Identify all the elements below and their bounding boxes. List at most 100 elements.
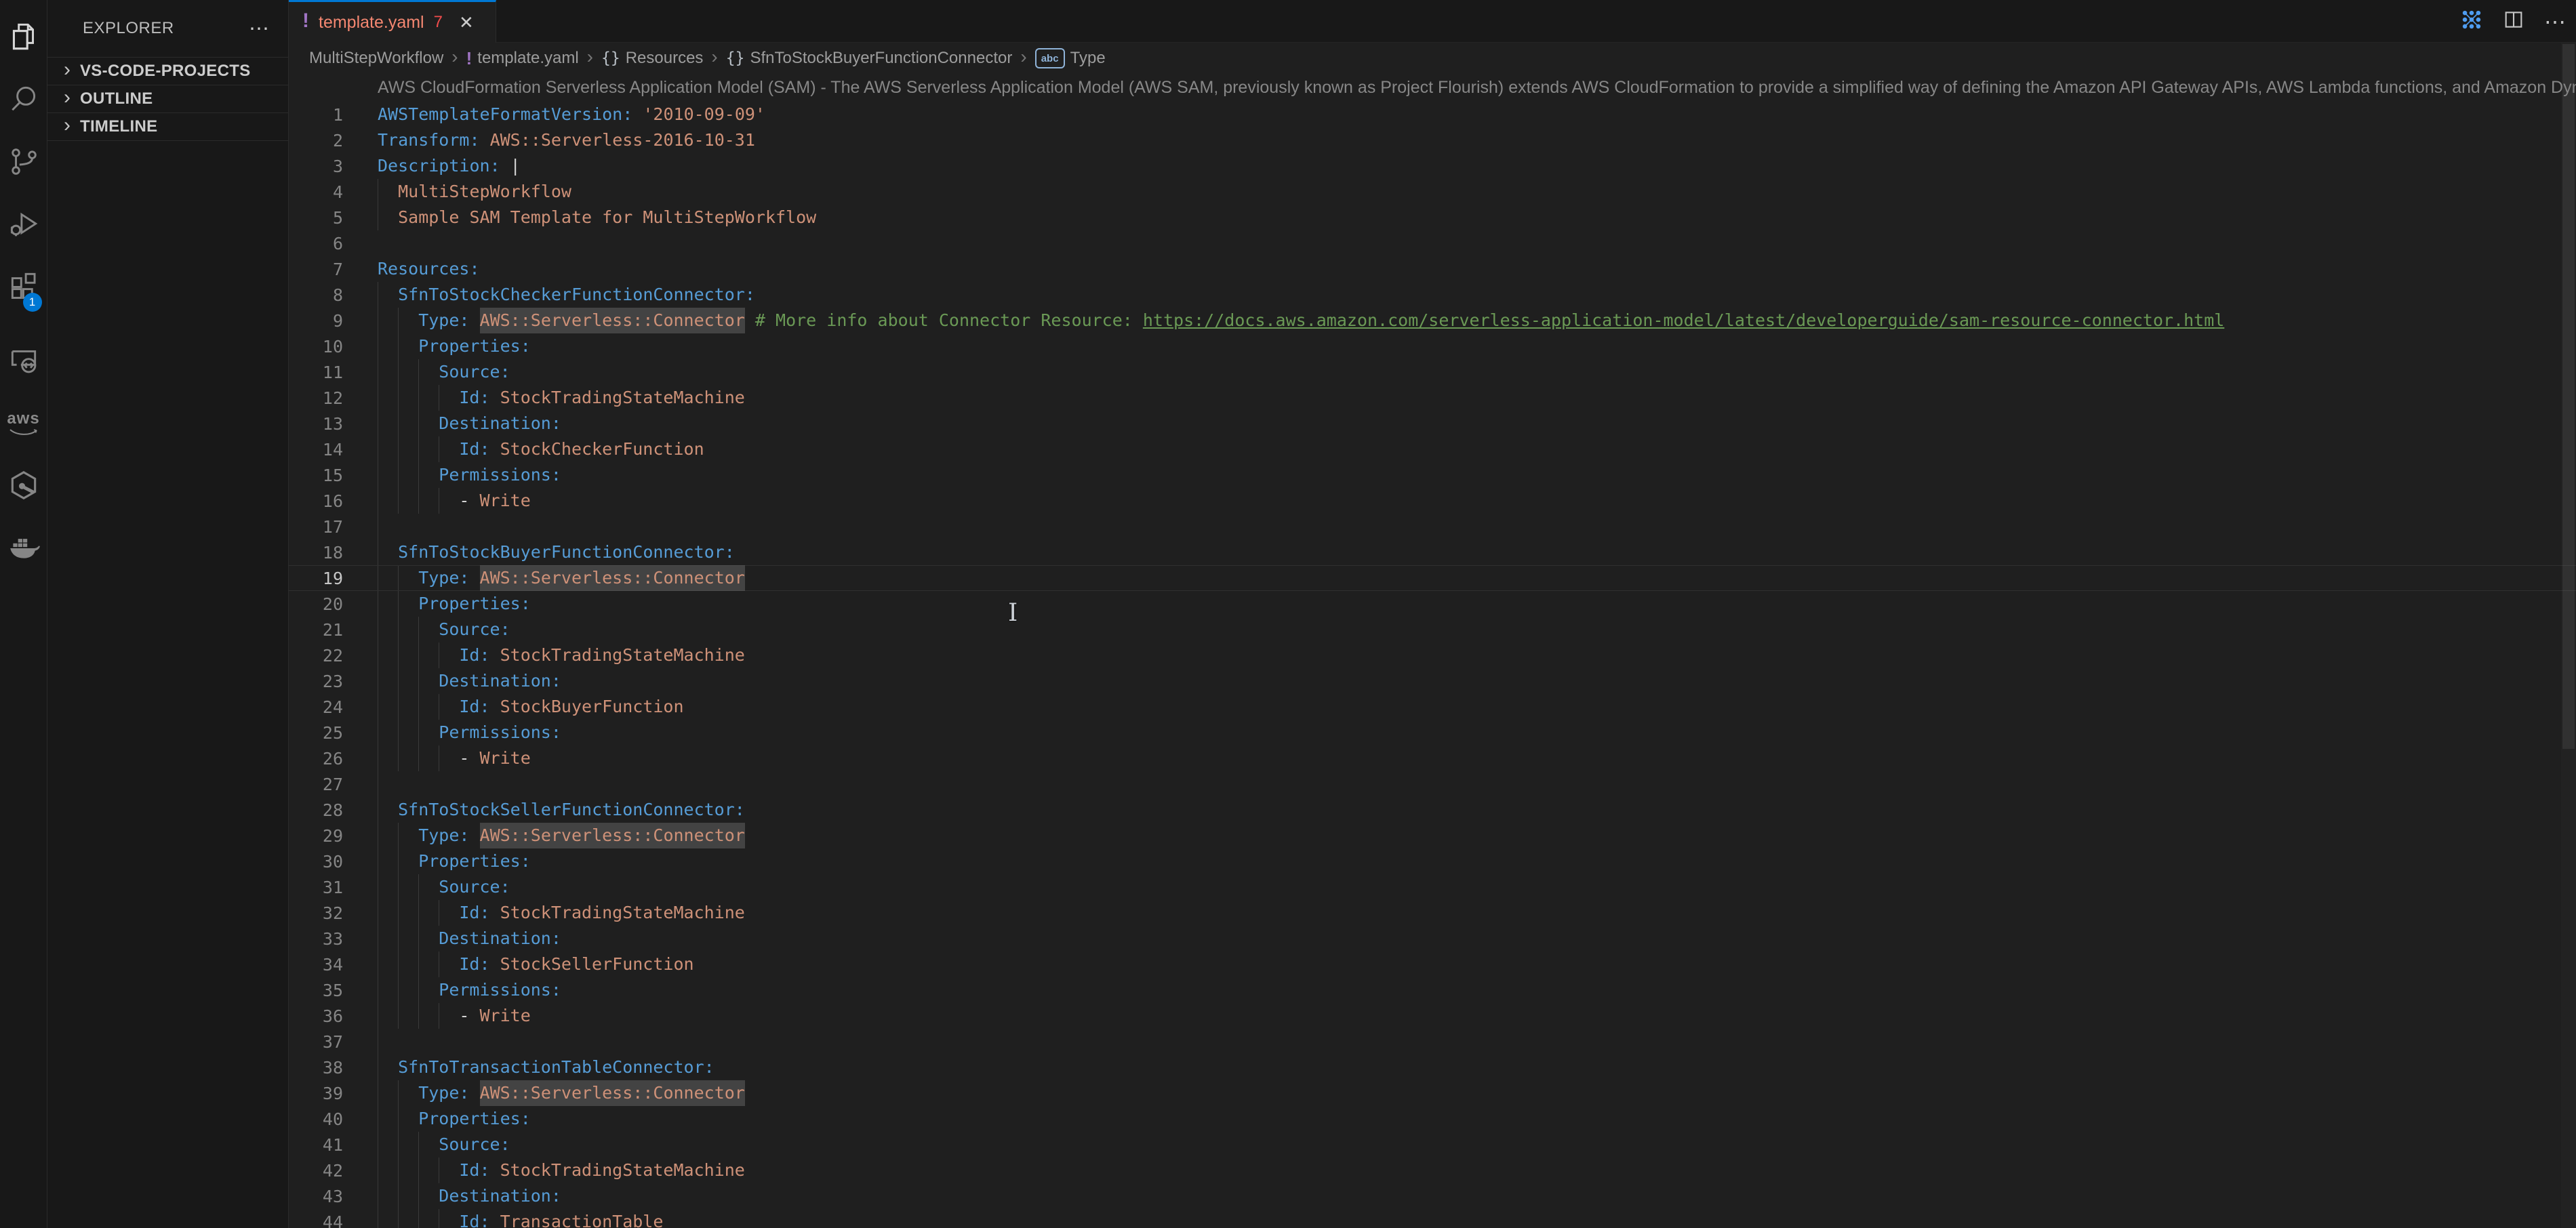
- activity-item-extensions[interactable]: 1: [0, 256, 47, 319]
- split-editor-button[interactable]: [2500, 8, 2527, 35]
- code-line[interactable]: 30Properties:: [289, 848, 2576, 874]
- line-number[interactable]: 10: [289, 333, 378, 359]
- line-number[interactable]: 31: [289, 874, 378, 900]
- code-line[interactable]: 15Permissions:: [289, 462, 2576, 488]
- activity-item-source-control[interactable]: [0, 131, 47, 194]
- code-line[interactable]: 9Type: AWS::Serverless::Connector # More…: [289, 308, 2576, 333]
- code-line[interactable]: 10Properties:: [289, 333, 2576, 359]
- activity-item-docker[interactable]: [0, 518, 47, 580]
- code-line[interactable]: 27: [289, 771, 2576, 797]
- code-line[interactable]: 20Properties:: [289, 591, 2576, 617]
- line-number[interactable]: 5: [289, 205, 378, 230]
- line-number[interactable]: 26: [289, 745, 378, 771]
- code-line[interactable]: 3Description: |: [289, 153, 2576, 179]
- activity-item-search[interactable]: [0, 69, 47, 131]
- line-number[interactable]: 20: [289, 591, 378, 617]
- line-number[interactable]: 18: [289, 539, 378, 565]
- code-line[interactable]: 39Type: AWS::Serverless::Connector: [289, 1080, 2576, 1106]
- code-line[interactable]: 33Destination:: [289, 926, 2576, 951]
- line-number[interactable]: 4: [289, 179, 378, 205]
- code-line[interactable]: 13Destination:: [289, 411, 2576, 436]
- code-line[interactable]: 41Source:: [289, 1132, 2576, 1158]
- sidebar-section-vs-code-projects[interactable]: › VS-CODE-PROJECTS: [47, 57, 288, 85]
- line-number[interactable]: 16: [289, 488, 378, 514]
- tab-template-yaml[interactable]: ! template.yaml 7 ✕: [289, 0, 496, 43]
- scrollbar-thumb[interactable]: [2562, 44, 2575, 749]
- code-line[interactable]: 22Id: StockTradingStateMachine: [289, 642, 2576, 668]
- line-number[interactable]: 12: [289, 385, 378, 411]
- line-number[interactable]: 42: [289, 1158, 378, 1183]
- line-number[interactable]: 7: [289, 256, 378, 282]
- line-number[interactable]: 8: [289, 282, 378, 308]
- breadcrumb-item-folder[interactable]: MultiStepWorkflow: [309, 49, 443, 68]
- code-line[interactable]: 23Destination:: [289, 668, 2576, 694]
- breadcrumb-item-file[interactable]: ! template.yaml: [466, 48, 579, 69]
- line-number[interactable]: 15: [289, 462, 378, 488]
- line-number[interactable]: 9: [289, 308, 378, 333]
- render-graph-button[interactable]: [2458, 8, 2485, 35]
- activity-item-explorer[interactable]: [0, 7, 47, 69]
- line-number[interactable]: 34: [289, 951, 378, 977]
- code-line[interactable]: 1AWSTemplateFormatVersion: '2010-09-09': [289, 102, 2576, 127]
- code-line[interactable]: 31Source:: [289, 874, 2576, 900]
- code-line[interactable]: 43Destination:: [289, 1183, 2576, 1209]
- code-line[interactable]: 26- Write: [289, 745, 2576, 771]
- code-line[interactable]: 40Properties:: [289, 1106, 2576, 1132]
- line-number[interactable]: 17: [289, 514, 378, 539]
- code-line[interactable]: 4MultiStepWorkflow: [289, 179, 2576, 205]
- code-line[interactable]: 35Permissions:: [289, 977, 2576, 1003]
- line-number[interactable]: 22: [289, 642, 378, 668]
- code-link[interactable]: https://docs.aws.amazon.com/serverless-a…: [1143, 308, 2224, 333]
- code-line[interactable]: 21Source:: [289, 617, 2576, 642]
- code-editor[interactable]: 1AWSTemplateFormatVersion: '2010-09-09'2…: [289, 102, 2576, 1228]
- code-line[interactable]: 28SfnToStockSellerFunctionConnector:: [289, 797, 2576, 823]
- line-number[interactable]: 2: [289, 127, 378, 153]
- line-number[interactable]: 30: [289, 848, 378, 874]
- code-line[interactable]: 14Id: StockCheckerFunction: [289, 436, 2576, 462]
- line-number[interactable]: 41: [289, 1132, 378, 1158]
- code-line[interactable]: 2Transform: AWS::Serverless-2016-10-31: [289, 127, 2576, 153]
- sidebar-section-outline[interactable]: › OUTLINE: [47, 85, 288, 112]
- breadcrumb-item-resources[interactable]: {} Resources: [601, 49, 703, 68]
- activity-item-remote-explorer[interactable]: [0, 331, 47, 393]
- code-line[interactable]: 6: [289, 230, 2576, 256]
- code-line[interactable]: 8SfnToStockCheckerFunctionConnector:: [289, 282, 2576, 308]
- line-number[interactable]: 25: [289, 720, 378, 745]
- activity-item-hexagon-tool[interactable]: [0, 455, 47, 518]
- activity-item-aws[interactable]: aws: [0, 393, 47, 455]
- code-line[interactable]: 24Id: StockBuyerFunction: [289, 694, 2576, 720]
- line-number[interactable]: 6: [289, 230, 378, 256]
- code-line[interactable]: 12Id: StockTradingStateMachine: [289, 385, 2576, 411]
- line-number[interactable]: 33: [289, 926, 378, 951]
- line-number[interactable]: 3: [289, 153, 378, 179]
- code-line[interactable]: 29Type: AWS::Serverless::Connector: [289, 823, 2576, 848]
- line-number[interactable]: 36: [289, 1003, 378, 1029]
- breadcrumb-item-connector[interactable]: {} SfnToStockBuyerFunctionConnector: [726, 49, 1013, 68]
- code-line[interactable]: 37: [289, 1029, 2576, 1055]
- line-number[interactable]: 35: [289, 977, 378, 1003]
- line-number[interactable]: 1: [289, 102, 378, 127]
- line-number[interactable]: 37: [289, 1029, 378, 1055]
- line-number[interactable]: 43: [289, 1183, 378, 1209]
- code-line[interactable]: 19Type: AWS::Serverless::Connector: [289, 565, 2576, 591]
- more-actions-icon[interactable]: ⋯: [249, 17, 269, 41]
- code-line[interactable]: 7Resources:: [289, 256, 2576, 282]
- code-line[interactable]: 5Sample SAM Template for MultiStepWorkfl…: [289, 205, 2576, 230]
- code-line[interactable]: 32Id: StockTradingStateMachine: [289, 900, 2576, 926]
- breadcrumb-item-type[interactable]: abc Type: [1035, 48, 1106, 68]
- activity-item-run-debug[interactable]: [0, 194, 47, 256]
- line-number[interactable]: 23: [289, 668, 378, 694]
- line-number[interactable]: 21: [289, 617, 378, 642]
- line-number[interactable]: 38: [289, 1055, 378, 1080]
- code-line[interactable]: 34Id: StockSellerFunction: [289, 951, 2576, 977]
- line-number[interactable]: 28: [289, 797, 378, 823]
- more-actions-icon[interactable]: ⋯: [2542, 8, 2569, 35]
- line-number[interactable]: 29: [289, 823, 378, 848]
- line-number[interactable]: 44: [289, 1209, 378, 1228]
- line-number[interactable]: 19: [289, 566, 378, 590]
- line-number[interactable]: 39: [289, 1080, 378, 1106]
- line-number[interactable]: 11: [289, 359, 378, 385]
- code-line[interactable]: 18SfnToStockBuyerFunctionConnector:: [289, 539, 2576, 565]
- code-line[interactable]: 17: [289, 514, 2576, 539]
- line-number[interactable]: 14: [289, 436, 378, 462]
